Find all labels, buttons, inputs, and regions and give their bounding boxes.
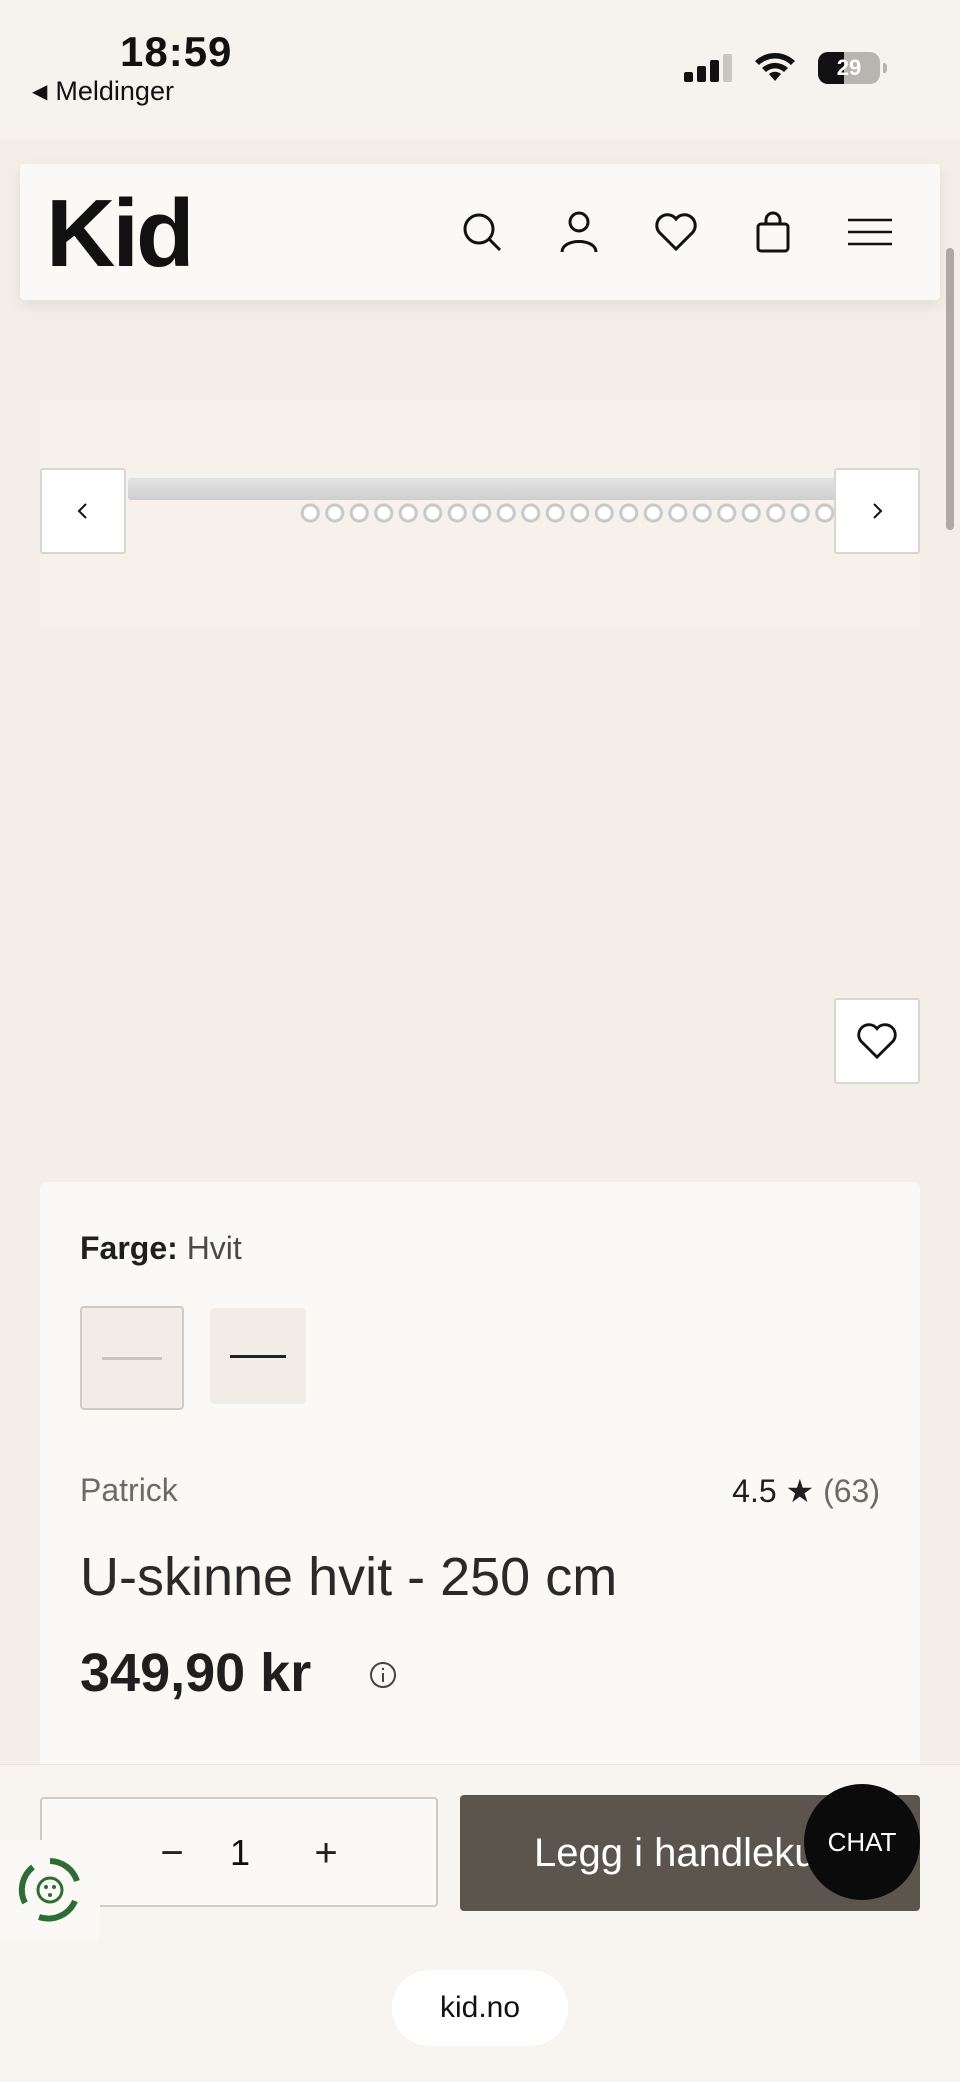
account-icon[interactable]: [551, 204, 607, 260]
wifi-icon: [755, 53, 795, 81]
battery-icon: 29: [818, 52, 887, 84]
curtain-rail: [128, 478, 888, 500]
gallery-prev-button[interactable]: [40, 468, 126, 554]
back-to-app-link[interactable]: ◀ Meldinger: [32, 76, 174, 107]
color-value: Hvit: [186, 1230, 242, 1266]
chevron-right-icon: [873, 503, 883, 519]
price-info-icon[interactable]: [368, 1660, 398, 1690]
chat-button[interactable]: CHAT: [804, 1784, 920, 1900]
quantity-decrease-button[interactable]: −: [144, 1825, 200, 1881]
wishlist-icon[interactable]: [648, 204, 704, 260]
add-to-wishlist-button[interactable]: [834, 998, 920, 1084]
menu-icon[interactable]: [842, 204, 898, 260]
browser-url-bar[interactable]: kid.no: [392, 1970, 568, 2046]
heart-icon: [857, 1023, 897, 1060]
signal-icon: [684, 54, 732, 82]
product-title: U-skinne hvit - 250 cm: [80, 1547, 618, 1607]
search-icon[interactable]: [454, 204, 510, 260]
product-info-card: Farge: Hvit Patrick 4.5 ★ (63) U-skinne …: [40, 1182, 920, 1782]
status-bar: 18:59 ◀ Meldinger 29: [0, 0, 960, 140]
chat-label: CHAT: [827, 1826, 897, 1857]
add-to-cart-label: Legg i handlekurv: [534, 1830, 850, 1875]
color-swatch-white[interactable]: [80, 1306, 184, 1410]
product-brand[interactable]: Patrick: [80, 1472, 178, 1509]
product-price: 349,90 kr: [80, 1643, 312, 1703]
product-rating[interactable]: 4.5 ★ (63): [732, 1472, 880, 1510]
kid-logo[interactable]: Kid: [46, 186, 195, 282]
page-scrollbar[interactable]: [946, 248, 954, 530]
color-selector-label: Farge: Hvit: [80, 1230, 242, 1267]
back-app-label: Meldinger: [55, 76, 174, 106]
curtain-rail-hooks: [298, 502, 882, 524]
quantity-increase-button[interactable]: +: [298, 1825, 354, 1881]
battery-level: 29: [836, 55, 862, 80]
color-label: Farge:: [80, 1230, 178, 1266]
swatch-rail-black: [230, 1355, 286, 1358]
chevron-left-icon: [77, 503, 87, 519]
swatch-rail-white: [102, 1357, 162, 1360]
color-swatch-black[interactable]: [210, 1308, 306, 1404]
cart-icon[interactable]: [745, 204, 801, 260]
clock: 18:59: [120, 28, 233, 75]
recycle-widget[interactable]: [0, 1840, 100, 1940]
review-count: (63): [823, 1473, 880, 1509]
product-image: [40, 400, 920, 630]
browser-url: kid.no: [439, 1991, 521, 2024]
recycle-icon: [18, 1858, 80, 1922]
gallery-next-button[interactable]: [834, 468, 920, 554]
quantity-value[interactable]: 1: [212, 1825, 268, 1881]
back-triangle-icon: ◀: [32, 81, 48, 103]
status-icons: 29: [684, 52, 887, 84]
rating-value: 4.5 ★: [732, 1473, 815, 1509]
site-header: Kid: [20, 164, 940, 300]
